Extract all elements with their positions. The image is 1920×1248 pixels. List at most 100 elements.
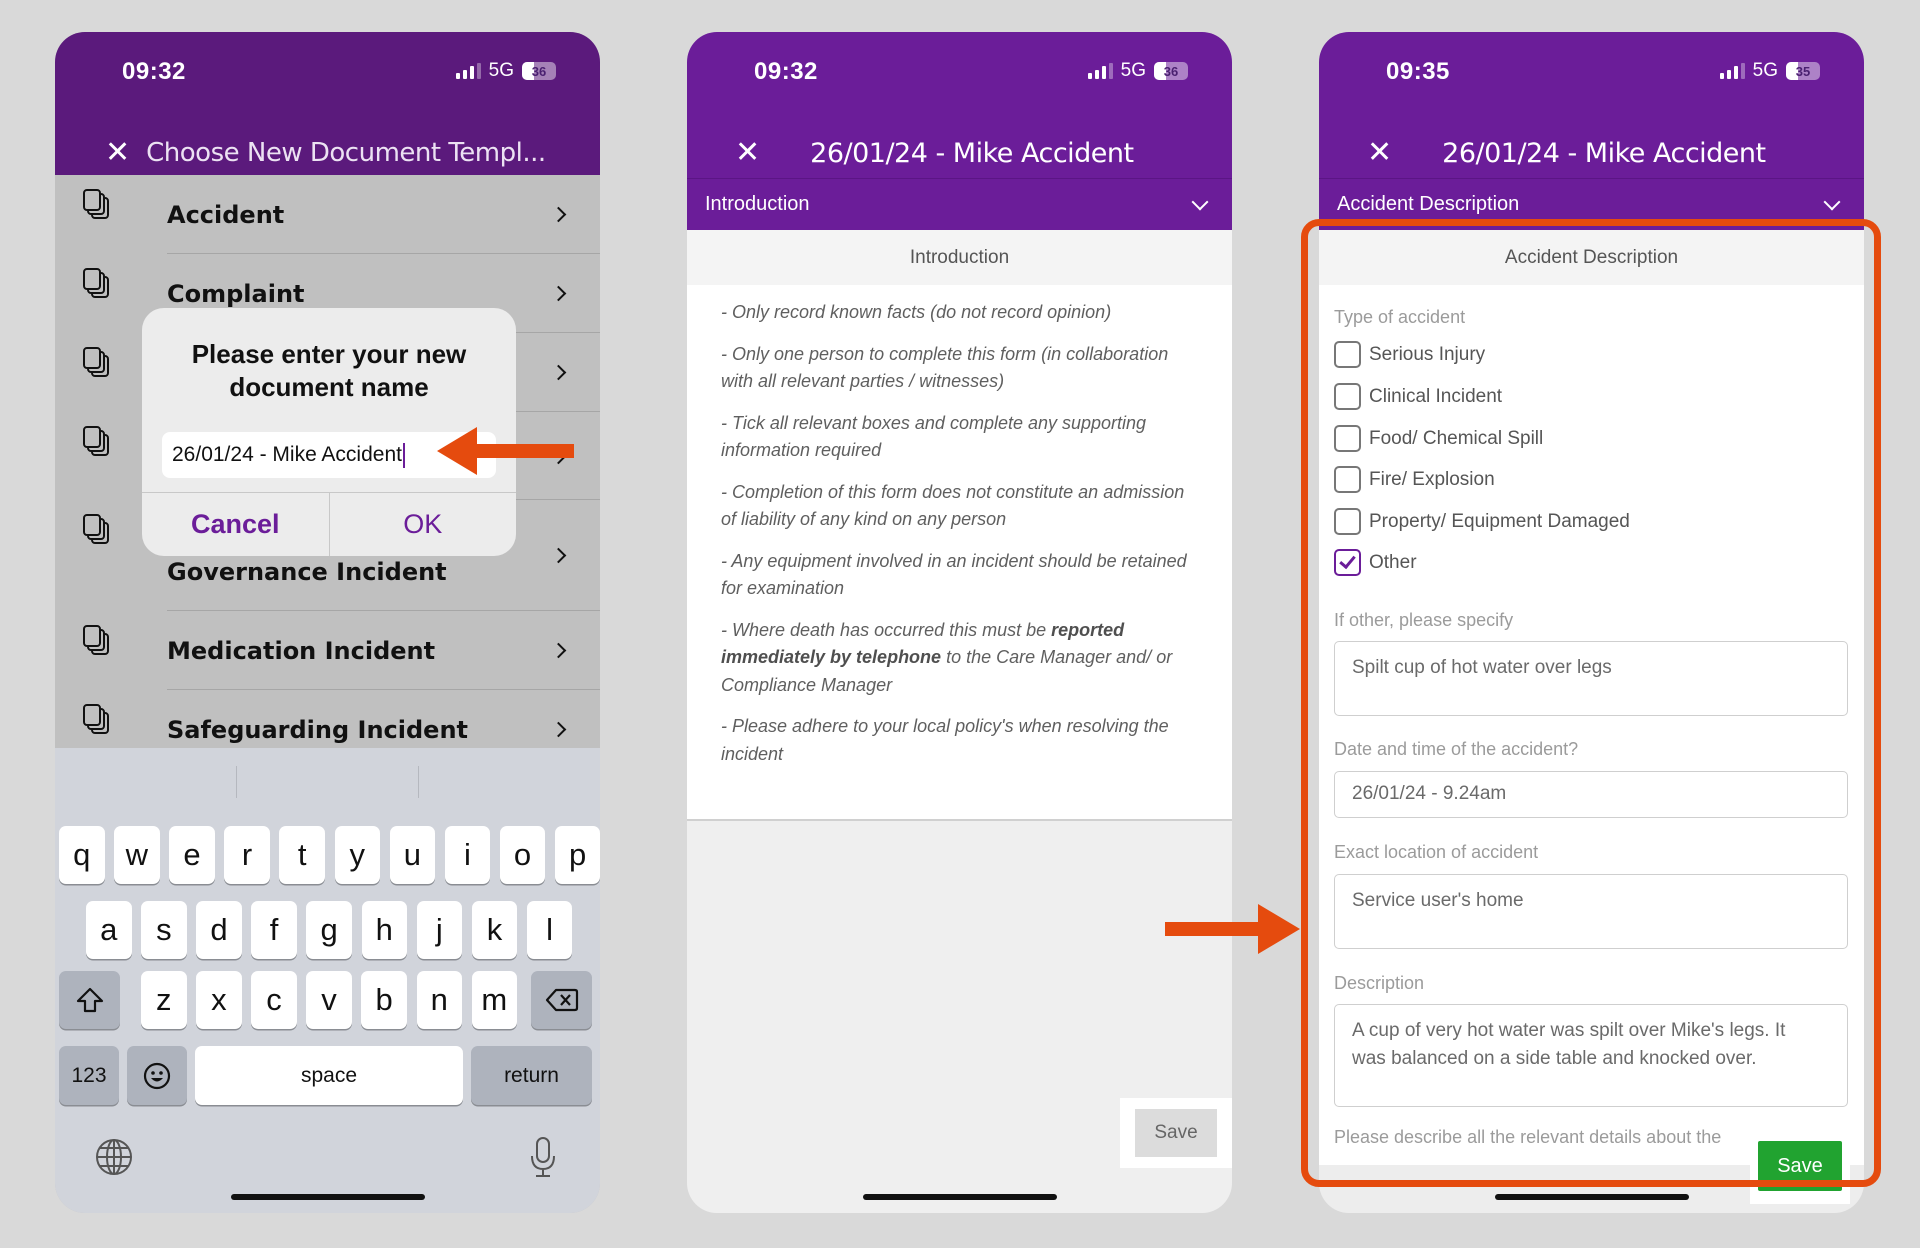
save-button[interactable]: Save	[1135, 1109, 1217, 1157]
key-h[interactable]: h	[361, 901, 407, 959]
key-r[interactable]: r	[224, 826, 270, 884]
checkbox-label: Clinical Incident	[1369, 385, 1503, 407]
key-z[interactable]: z	[141, 971, 187, 1029]
close-icon[interactable]: ✕	[735, 138, 760, 168]
section-selector[interactable]: Accident Description	[1319, 178, 1864, 230]
save-button[interactable]: Save	[1758, 1141, 1842, 1191]
key-t[interactable]: t	[279, 826, 325, 884]
phone-screen-introduction: 09:32 5G 36 ✕ 26/01/24 - Mike Accident I…	[687, 32, 1232, 1213]
accident-form: Type of accident Serious Injury Clinical…	[1319, 285, 1864, 1165]
intro-item: - Where death has occurred this must be …	[721, 617, 1202, 700]
key-i[interactable]: i	[444, 826, 491, 884]
chevron-right-icon	[550, 721, 567, 738]
backspace-icon	[545, 988, 578, 1012]
key-u[interactable]: u	[389, 826, 436, 884]
annotation-arrow-right	[1165, 904, 1300, 954]
checkbox-label: Fire/ Explosion	[1369, 468, 1495, 490]
panel-title: Introduction	[687, 230, 1232, 285]
template-item-medication[interactable]: Medication Incident	[55, 611, 600, 690]
key-l[interactable]: l	[526, 901, 573, 959]
close-icon[interactable]: ✕	[1367, 138, 1392, 168]
checkbox-icon	[1334, 466, 1361, 493]
template-label: Safeguarding Incident	[167, 715, 469, 744]
battery-icon: 36	[1154, 62, 1188, 80]
key-n[interactable]: n	[416, 971, 462, 1029]
checkbox-fire-explosion[interactable]: Fire/ Explosion	[1334, 466, 1495, 493]
key-g[interactable]: g	[306, 901, 352, 959]
other-specify-label: If other, please specify	[1334, 610, 1514, 630]
chevron-down-icon	[1823, 193, 1841, 210]
shift-icon	[76, 987, 103, 1013]
key-d[interactable]: d	[196, 901, 242, 959]
close-icon[interactable]: ✕	[105, 138, 130, 168]
globe-icon[interactable]	[95, 1138, 133, 1181]
checkbox-checked-icon	[1334, 549, 1361, 576]
key-w[interactable]: w	[114, 826, 160, 884]
emoji-icon	[143, 1062, 171, 1089]
battery-icon: 36	[522, 62, 556, 80]
key-k[interactable]: k	[471, 901, 518, 959]
checkbox-property-damaged[interactable]: Property/ Equipment Damaged	[1334, 508, 1630, 535]
key-b[interactable]: b	[361, 971, 407, 1029]
backspace-key[interactable]	[531, 971, 592, 1029]
phone-screen-accident-description: 09:35 5G 35 ✕ 26/01/24 - Mike Accident A…	[1319, 32, 1864, 1213]
key-y[interactable]: y	[334, 826, 380, 884]
introduction-text: - Only record known facts (do not record…	[687, 285, 1232, 821]
template-item-accident[interactable]: Accident	[55, 175, 600, 254]
shift-key[interactable]	[59, 971, 120, 1029]
status-time: 09:35	[1386, 58, 1450, 85]
key-x[interactable]: x	[196, 971, 242, 1029]
type-of-accident-label: Type of accident	[1334, 307, 1466, 327]
description-textarea[interactable]: A cup of very hot water was spilt over M…	[1334, 1004, 1848, 1107]
checkbox-other[interactable]: Other	[1334, 549, 1417, 576]
document-title: 26/01/24 - Mike Accident	[810, 137, 1134, 169]
checkbox-clinical-incident[interactable]: Clinical Incident	[1334, 383, 1502, 410]
key-q[interactable]: q	[59, 826, 105, 884]
space-key[interactable]: space	[195, 1046, 463, 1105]
key-o[interactable]: o	[499, 826, 546, 884]
document-title: 26/01/24 - Mike Accident	[1442, 137, 1766, 169]
return-key[interactable]: return	[471, 1046, 592, 1105]
home-indicator	[862, 1194, 1057, 1200]
chevron-right-icon	[550, 206, 567, 223]
annotation-arrow-left	[437, 427, 574, 475]
description-label: Description	[1334, 973, 1425, 993]
key-p[interactable]: p	[554, 826, 600, 884]
panel-title: Accident Description	[1319, 230, 1864, 285]
key-a[interactable]: a	[86, 901, 132, 959]
save-container: Save	[1120, 1098, 1232, 1168]
numbers-key[interactable]: 123	[59, 1046, 119, 1105]
chevron-right-icon	[550, 285, 567, 302]
checkbox-icon	[1334, 508, 1361, 535]
key-m[interactable]: m	[471, 971, 518, 1029]
section-selector[interactable]: Introduction	[687, 178, 1232, 230]
intro-item: - Only one person to complete this form …	[721, 343, 1169, 392]
ok-button[interactable]: OK	[330, 493, 517, 556]
location-input[interactable]: Service user's home	[1334, 874, 1848, 949]
emoji-key[interactable]	[127, 1046, 187, 1105]
phone-screen-template-chooser: 09:32 5G 36 ✕ Choose New Document Templ.…	[55, 32, 600, 1213]
network-type: 5G	[1120, 60, 1146, 81]
datetime-label: Date and time of the accident?	[1334, 739, 1579, 759]
other-specify-input[interactable]: Spilt cup of hot water over legs	[1334, 641, 1848, 716]
documents-icon	[83, 189, 111, 221]
status-time: 09:32	[754, 58, 818, 85]
key-j[interactable]: j	[416, 901, 463, 959]
key-s[interactable]: s	[141, 901, 187, 959]
key-f[interactable]: f	[251, 901, 297, 959]
cancel-button[interactable]: Cancel	[142, 493, 330, 556]
key-c[interactable]: c	[251, 971, 297, 1029]
battery-level: 36	[1163, 63, 1179, 79]
microphone-icon[interactable]	[529, 1136, 557, 1183]
checkbox-food-chemical-spill[interactable]: Food/ Chemical Spill	[1334, 425, 1543, 452]
network-type: 5G	[488, 60, 514, 81]
key-v[interactable]: v	[306, 971, 352, 1029]
chevron-right-icon	[550, 642, 567, 659]
checkbox-serious-injury[interactable]: Serious Injury	[1334, 341, 1485, 368]
keyboard: qwertyuiop asdfghjkl zxcvbnm 123 space ret…	[55, 748, 600, 1213]
key-e[interactable]: e	[169, 826, 215, 884]
battery-icon: 35	[1786, 62, 1820, 80]
location-label: Exact location of accident	[1334, 842, 1539, 862]
intro-item: - Completion of this form does not const…	[721, 481, 1185, 530]
datetime-input[interactable]: 26/01/24 - 9.24am	[1334, 771, 1848, 818]
